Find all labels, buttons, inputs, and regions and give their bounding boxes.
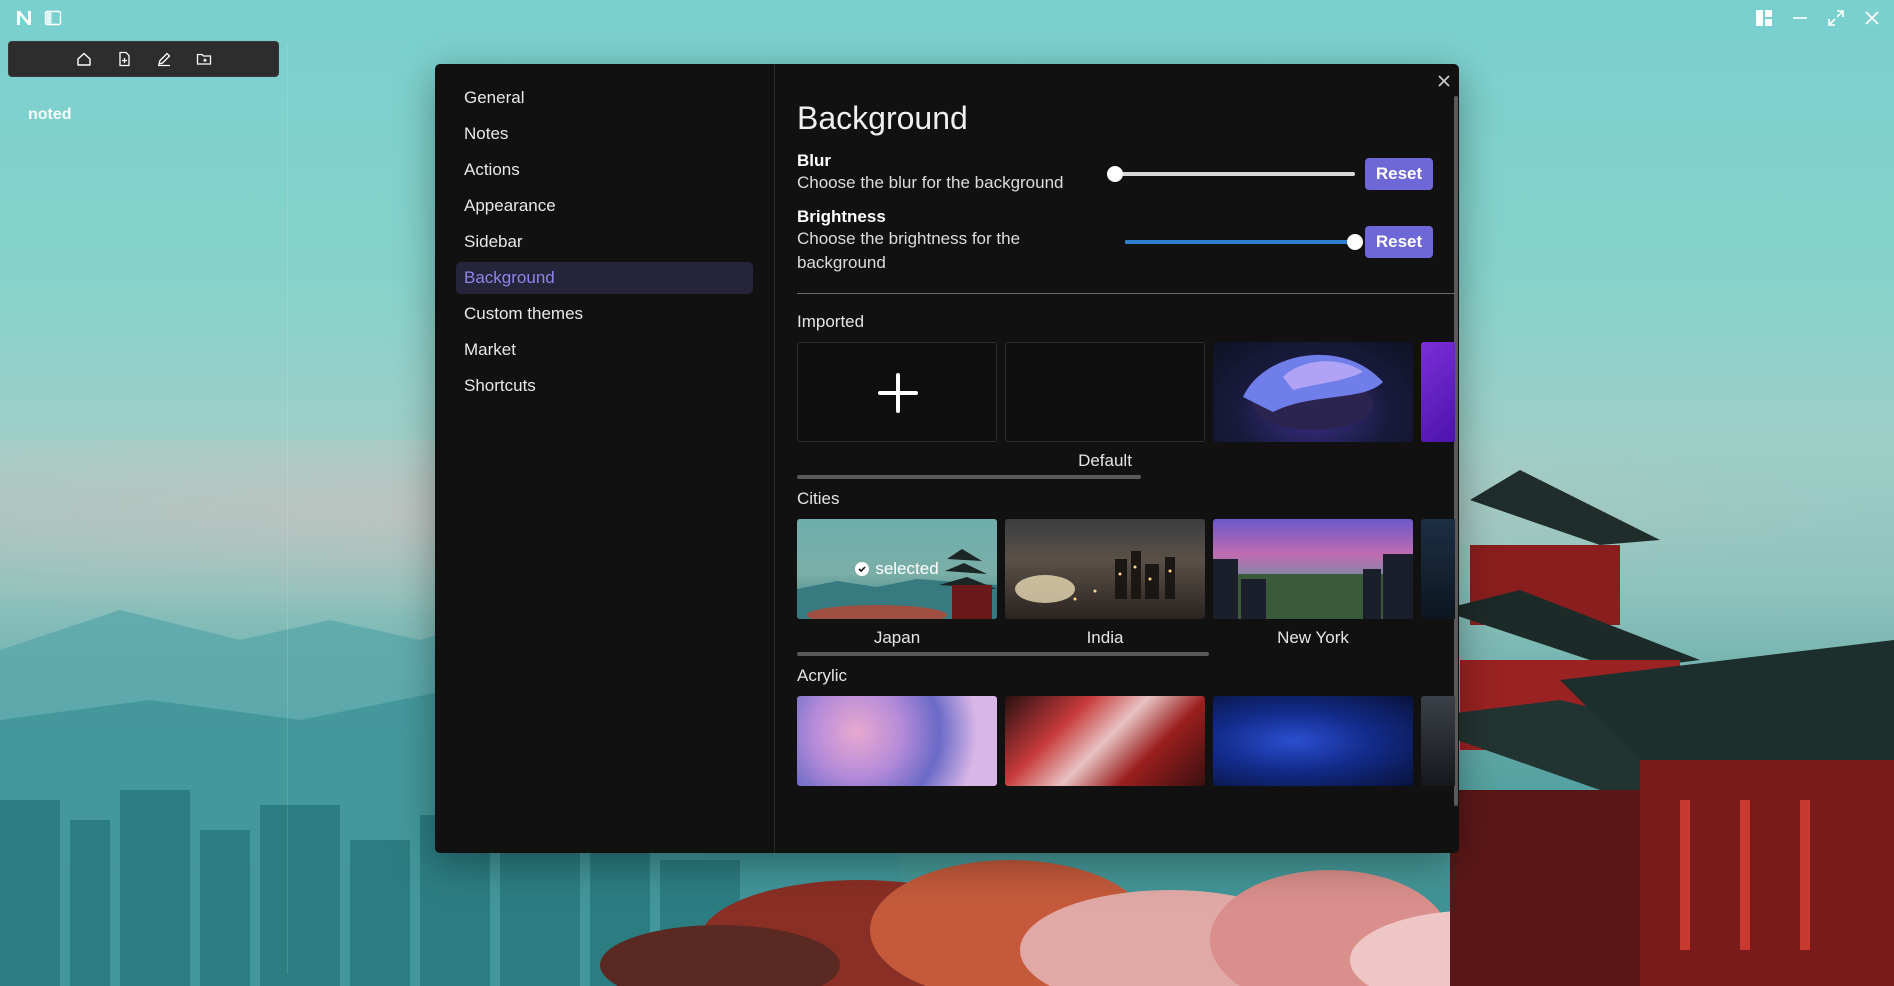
close-icon[interactable]	[1860, 6, 1884, 30]
imported-row-scrollbar[interactable]	[797, 475, 1141, 479]
new-york-tile[interactable]	[1213, 519, 1413, 619]
imported-purple-tile[interactable]	[1421, 342, 1455, 442]
blur-description: Choose the blur for the background	[797, 173, 1064, 192]
check-icon	[855, 562, 870, 576]
nav-item-custom-themes[interactable]: Custom themes	[456, 298, 753, 330]
sidebar-divider	[287, 44, 288, 974]
nav-item-general[interactable]: General	[456, 82, 753, 114]
notes-toolbar	[8, 41, 279, 77]
nav-item-background[interactable]: Background	[456, 262, 753, 294]
home-icon[interactable]	[75, 50, 93, 68]
plus-icon	[878, 373, 918, 413]
brightness-slider-thumb[interactable]	[1347, 234, 1363, 250]
new-note-icon[interactable]	[115, 50, 133, 68]
imported-section-title: Imported	[797, 312, 865, 331]
blur-title: Blur	[797, 151, 831, 170]
window-titlebar	[0, 0, 1894, 36]
nav-item-actions[interactable]: Actions	[456, 154, 753, 186]
india-tile[interactable]	[1005, 519, 1205, 619]
brightness-description: Choose the brightness for the background	[797, 229, 1021, 272]
selected-badge-label: selected	[875, 559, 939, 578]
default-tile-label: Default	[1078, 451, 1132, 470]
city-tile-partial[interactable]	[1421, 519, 1455, 619]
nav-item-shortcuts[interactable]: Shortcuts	[456, 370, 753, 402]
cities-section-title: Cities	[797, 489, 840, 508]
acrylic-red-tile[interactable]	[1005, 696, 1205, 786]
blur-reset-button[interactable]: Reset	[1365, 158, 1433, 190]
settings-nav: General Notes Actions Appearance Sidebar…	[435, 64, 775, 853]
new-folder-icon[interactable]	[195, 50, 213, 68]
japan-tile[interactable]: selected	[797, 519, 997, 619]
india-tile-label: India	[1086, 628, 1124, 647]
nav-item-sidebar[interactable]: Sidebar	[456, 226, 753, 258]
layout-icon[interactable]	[1752, 6, 1776, 30]
brightness-title: Brightness	[797, 207, 886, 226]
settings-content: Background Blur Choose the blur for the …	[797, 64, 1457, 853]
imported-row	[797, 342, 1455, 442]
maximize-icon[interactable]	[1824, 6, 1848, 30]
brightness-slider[interactable]	[1125, 234, 1363, 250]
nav-item-market[interactable]: Market	[456, 334, 753, 366]
acrylic-pastel-tile[interactable]	[797, 696, 997, 786]
acrylic-blue-tile[interactable]	[1213, 696, 1413, 786]
import-add-tile[interactable]	[797, 342, 997, 442]
edit-icon[interactable]	[155, 50, 173, 68]
nav-item-notes[interactable]: Notes	[456, 118, 753, 150]
sidebar-toggle-icon[interactable]	[44, 9, 62, 27]
acrylic-tile-partial[interactable]	[1421, 696, 1455, 786]
cities-row-scrollbar[interactable]	[797, 652, 1209, 656]
cities-row: selected	[797, 519, 1455, 619]
page-title: Background	[797, 100, 968, 136]
acrylic-section-title: Acrylic	[797, 666, 848, 685]
minimize-icon[interactable]	[1788, 6, 1812, 30]
brightness-reset-button[interactable]: Reset	[1365, 226, 1433, 258]
blur-slider-thumb[interactable]	[1107, 166, 1123, 182]
settings-modal: General Notes Actions Appearance Sidebar…	[435, 64, 1459, 853]
imported-abstract-tile[interactable]	[1213, 342, 1413, 442]
japan-tile-label: Japan	[873, 628, 921, 647]
notebook-name[interactable]: noted	[28, 106, 72, 124]
nav-item-appearance[interactable]: Appearance	[456, 190, 753, 222]
section-divider	[797, 293, 1455, 294]
brightness-slider-fill	[1125, 240, 1355, 244]
app-logo-icon	[14, 8, 34, 28]
default-background-tile[interactable]	[1005, 342, 1205, 442]
blur-slider[interactable]	[1107, 166, 1355, 182]
selected-badge: selected	[797, 519, 997, 619]
new-york-tile-label: New York	[1277, 628, 1349, 647]
acrylic-row	[797, 696, 1455, 786]
